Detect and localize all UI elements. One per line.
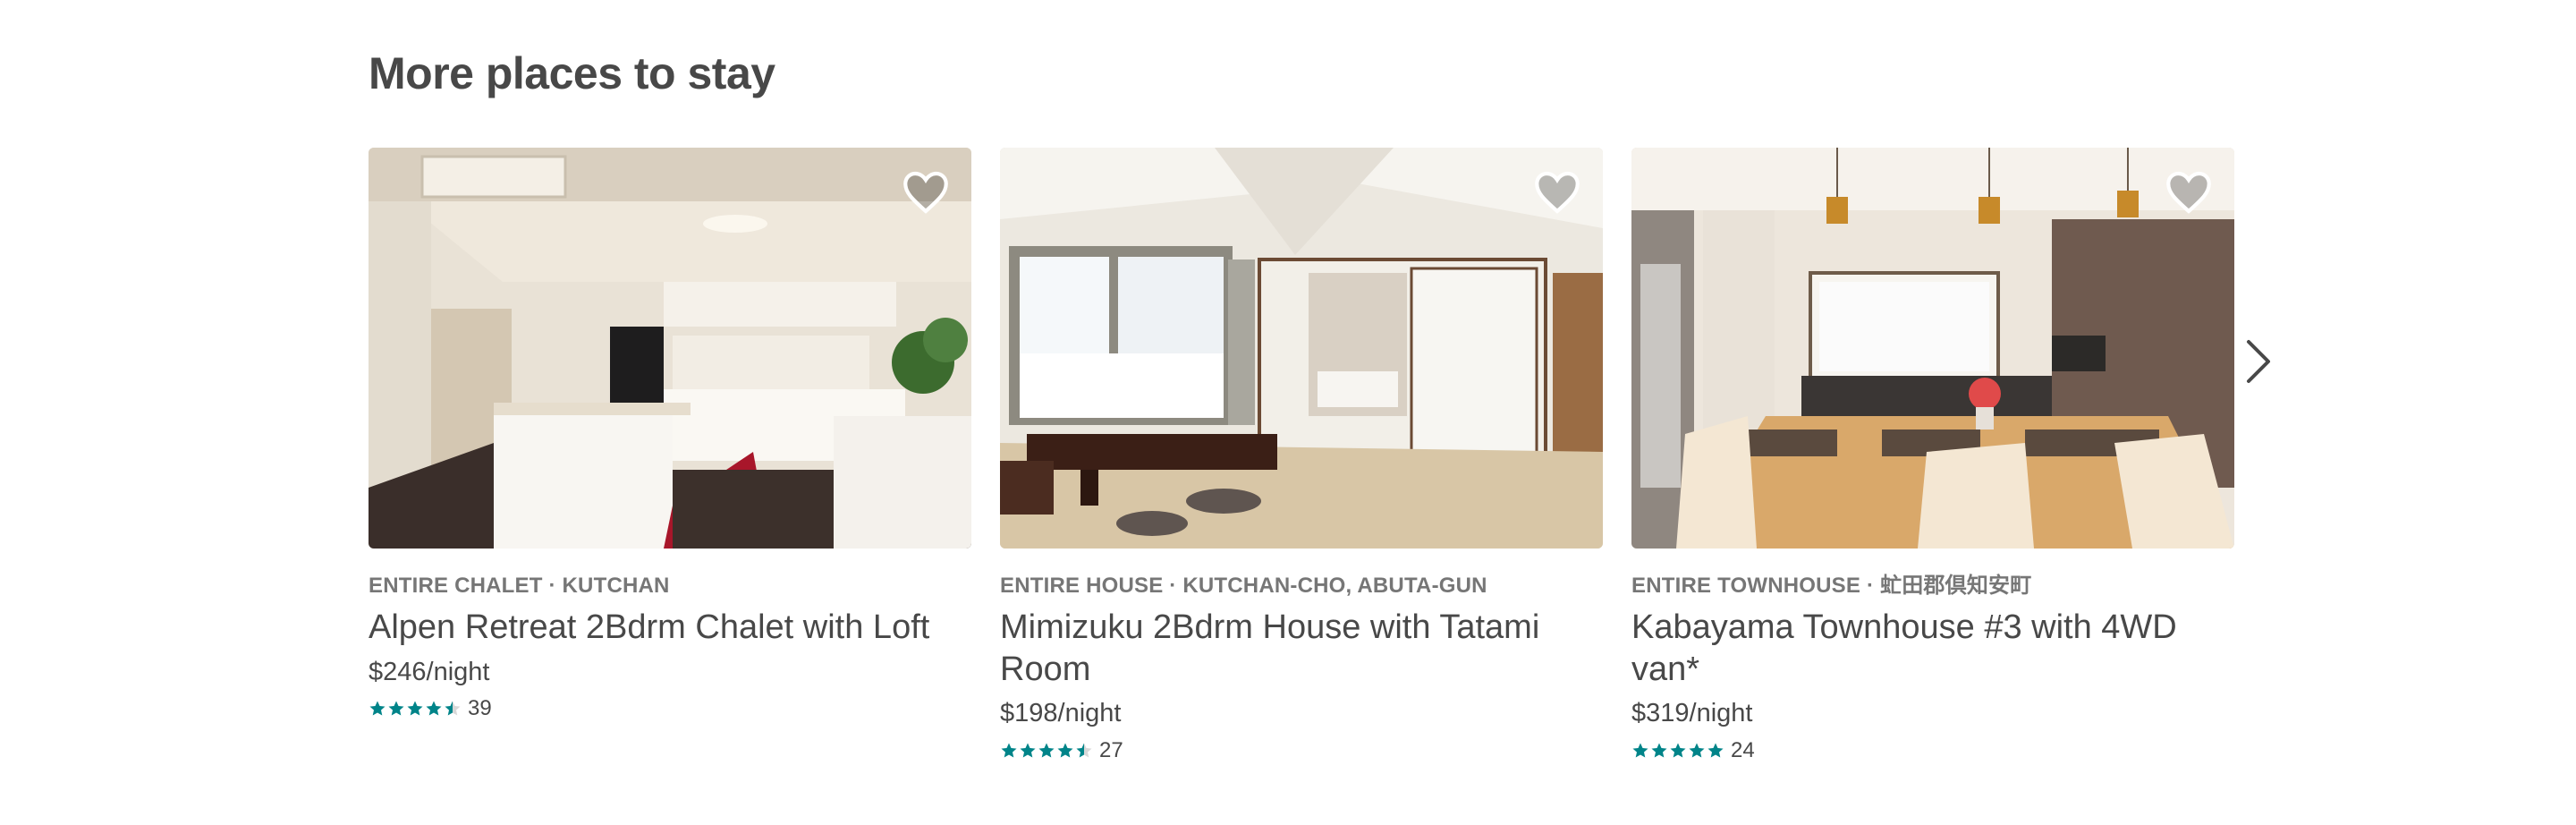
- heart-icon: [903, 171, 948, 214]
- save-heart-button[interactable]: [900, 167, 952, 217]
- star-icon: [1020, 743, 1036, 758]
- listing-rating: 24: [1631, 738, 2234, 763]
- star-icon: [445, 701, 461, 716]
- chevron-right-icon: [2247, 340, 2270, 383]
- star-icon: [388, 701, 404, 716]
- kitchen-photo: [369, 148, 971, 549]
- star-icon: [1632, 743, 1648, 758]
- star-icon: [1651, 743, 1667, 758]
- star-icon: [1038, 743, 1055, 758]
- listing-photo[interactable]: [1631, 148, 2234, 549]
- listing-kicker: ENTIRE CHALET · KUTCHAN: [369, 574, 670, 598]
- star-icon: [426, 701, 442, 716]
- listing-title[interactable]: Alpen Retreat 2Bdrm Chalet with Loft: [369, 607, 971, 648]
- listing-rating: 39: [369, 696, 971, 721]
- star-icon: [1001, 743, 1017, 758]
- listing-title[interactable]: Kabayama Townhouse #3 with 4WD van*: [1631, 607, 2234, 690]
- listing-card[interactable]: ENTIRE TOWNHOUSE · 虻田郡倶知安町 Kabayama Town…: [1631, 148, 2234, 763]
- star-icon: [1689, 743, 1705, 758]
- star-icon: [1670, 743, 1686, 758]
- save-heart-button[interactable]: [2163, 167, 2215, 217]
- heart-icon: [2166, 171, 2211, 214]
- tatami-room-photo: [1000, 148, 1603, 549]
- star-icon: [1057, 743, 1073, 758]
- dining-room-photo: [1631, 148, 2234, 549]
- star-icon: [1076, 743, 1092, 758]
- listing-title[interactable]: Mimizuku 2Bdrm House with Tatami Room: [1000, 607, 1603, 690]
- review-count: 39: [468, 696, 492, 721]
- section-title: More places to stay: [369, 48, 775, 98]
- review-count: 24: [1731, 737, 1755, 762]
- listing-price: $319/night: [1631, 698, 1753, 727]
- review-count: 27: [1099, 737, 1123, 762]
- heart-icon: [1535, 171, 1580, 214]
- star-icon: [407, 701, 423, 716]
- more-places-section: More places to stay ENTIRE CHALET · KUTC…: [0, 0, 2576, 825]
- listing-card[interactable]: ENTIRE HOUSE · KUTCHAN-CHO, ABUTA-GUN Mi…: [1000, 148, 1603, 763]
- listing-photo[interactable]: [369, 148, 971, 549]
- listing-card[interactable]: ENTIRE CHALET · KUTCHAN Alpen Retreat 2B…: [369, 148, 971, 721]
- listing-rating: 27: [1000, 738, 1603, 763]
- next-page-button[interactable]: [2243, 338, 2274, 385]
- star-rating: [369, 700, 462, 718]
- star-icon: [369, 701, 386, 716]
- star-icon: [1707, 743, 1724, 758]
- save-heart-button[interactable]: [1531, 167, 1583, 217]
- listing-price: $198/night: [1000, 698, 1122, 727]
- star-rating: [1000, 742, 1094, 760]
- listing-photo[interactable]: [1000, 148, 1603, 549]
- listing-kicker: ENTIRE HOUSE · KUTCHAN-CHO, ABUTA-GUN: [1000, 574, 1487, 598]
- listing-kicker: ENTIRE TOWNHOUSE · 虻田郡倶知安町: [1631, 574, 2032, 598]
- star-rating: [1631, 742, 1725, 760]
- listing-price: $246/night: [369, 657, 490, 686]
